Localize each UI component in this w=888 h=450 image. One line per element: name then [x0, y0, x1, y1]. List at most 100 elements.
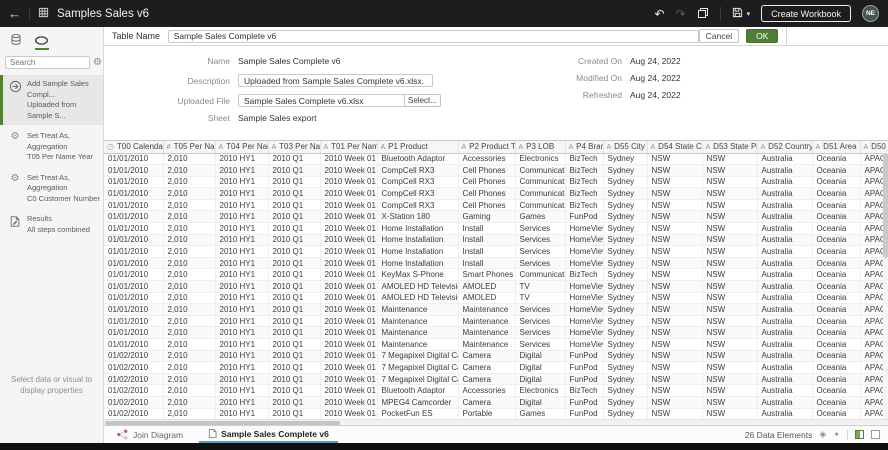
horizontal-scrollbar[interactable]	[104, 419, 888, 425]
vertical-scrollbar[interactable]	[883, 153, 888, 419]
sidebar-tab-data[interactable]	[9, 33, 23, 50]
table-row[interactable]: 01/01/20102,0102010 HY12010 Q12010 Week …	[104, 165, 888, 177]
enrich-icon[interactable]: ✦	[833, 430, 840, 439]
create-workbook-button[interactable]: Create Workbook	[761, 5, 851, 22]
step-title: Set Treat As, Aggregation	[27, 131, 70, 151]
text-type-icon: A	[607, 144, 612, 151]
table-cell: NSW	[647, 211, 702, 223]
table-row[interactable]: 01/01/20102,0102010 HY12010 Q12010 Week …	[104, 327, 888, 339]
table-row[interactable]: 01/02/20102,0102010 HY12010 Q12010 Week …	[104, 396, 888, 408]
join-diagram-button[interactable]: Join Diagram	[108, 426, 191, 443]
column-header[interactable]: AD53 State Pr...	[702, 141, 757, 153]
table-cell: 2,010	[163, 234, 215, 246]
table-row[interactable]: 01/01/20102,0102010 HY12010 Q12010 Week …	[104, 223, 888, 235]
data-view-toggle-icon[interactable]	[855, 430, 864, 439]
undo-icon[interactable]: ↶	[654, 8, 664, 20]
step-treat-as-2[interactable]: ⚙ Set Treat As, Aggregation C0 Customer …	[0, 169, 103, 209]
table-cell: HomeView	[565, 304, 603, 316]
step-subtitle: T05 Per Name Year	[27, 152, 93, 161]
table-cell: Sydney	[603, 234, 647, 246]
back-icon[interactable]: ←	[8, 7, 21, 20]
column-header[interactable]: AD52 Country ...	[757, 141, 812, 153]
table-row[interactable]: 01/02/20102,0102010 HY12010 Q12010 Week …	[104, 362, 888, 374]
search-input[interactable]	[5, 56, 90, 69]
table-row[interactable]: 01/01/20102,0102010 HY12010 Q12010 Week …	[104, 304, 888, 316]
table-cell: 2,010	[163, 373, 215, 385]
table-cell: Oceania	[812, 223, 860, 235]
table-row[interactable]: 01/01/20102,0102010 HY12010 Q12010 Week …	[104, 292, 888, 304]
avatar[interactable]: NE	[862, 5, 879, 22]
cancel-button[interactable]: Cancel	[699, 29, 739, 43]
column-header[interactable]: AT04 Per Nam...	[215, 141, 268, 153]
step-results[interactable]: Results All steps combined	[0, 210, 103, 239]
table-row[interactable]: 01/01/20102,0102010 HY12010 Q12010 Week …	[104, 315, 888, 327]
search-options-icon[interactable]: ⚙	[93, 58, 102, 68]
modified-on-label: Modified On	[508, 73, 622, 83]
table-cell: 01/01/2010	[104, 246, 163, 258]
ok-button[interactable]: OK	[746, 29, 778, 43]
table-name-input[interactable]	[168, 30, 699, 43]
text-type-icon: A	[816, 144, 821, 151]
table-cell: Australia	[757, 281, 812, 293]
column-header[interactable]: AD55 City	[603, 141, 647, 153]
sidebar-tab-steps[interactable]	[34, 35, 49, 50]
table-cell: 2,010	[163, 269, 215, 281]
table-cell: Australia	[757, 188, 812, 200]
table-row[interactable]: 01/01/20102,0102010 HY12010 Q12010 Week …	[104, 257, 888, 269]
column-header[interactable]: AP2 Product T...	[458, 141, 515, 153]
column-header[interactable]: AD50	[860, 141, 888, 153]
inspect-windows-icon[interactable]	[697, 7, 709, 21]
table-cell: 2010 Q1	[268, 385, 320, 397]
column-header[interactable]: AD54 State Code	[647, 141, 702, 153]
column-header[interactable]: ◷T00 Calendar ...	[104, 141, 163, 153]
table-row[interactable]: 01/01/20102,0102010 HY12010 Q12010 Week …	[104, 246, 888, 258]
table-cell: Digital	[515, 396, 565, 408]
uploaded-file-field[interactable]	[238, 94, 405, 107]
table-cell: NSW	[647, 223, 702, 235]
description-field[interactable]	[238, 74, 433, 87]
step-treat-as-1[interactable]: ⚙ Set Treat As, Aggregation T05 Per Name…	[0, 127, 103, 167]
table-cell: 2010 Week 01	[320, 246, 377, 258]
table-row[interactable]: 01/02/20102,0102010 HY12010 Q12010 Week …	[104, 350, 888, 362]
column-header[interactable]: AT01 Per Nam...	[320, 141, 377, 153]
table-row[interactable]: 01/01/20102,0102010 HY12010 Q12010 Week …	[104, 281, 888, 293]
join-diagram-icon	[116, 429, 129, 440]
metadata-view-toggle-icon[interactable]	[871, 430, 880, 439]
table-cell: 01/01/2010	[104, 165, 163, 177]
table-row[interactable]: 01/02/20102,0102010 HY12010 Q12010 Week …	[104, 373, 888, 385]
table-cell: 2010 HY1	[215, 373, 268, 385]
table-row[interactable]: 01/01/20102,0102010 HY12010 Q12010 Week …	[104, 269, 888, 281]
column-label: D55 City	[614, 142, 645, 151]
save-menu-caret-icon[interactable]: ▾	[747, 10, 751, 18]
step-add-data[interactable]: Add Sample Sales Compl... Uploaded from …	[0, 75, 103, 125]
save-icon[interactable]	[732, 7, 743, 20]
vertical-scrollbar-thumb[interactable]	[883, 153, 888, 258]
table-row[interactable]: 01/01/20102,0102010 HY12010 Q12010 Week …	[104, 188, 888, 200]
column-header[interactable]: AP3 LOB	[515, 141, 565, 153]
column-header[interactable]: AT03 Per Nam...	[268, 141, 320, 153]
table-row[interactable]: 01/02/20102,0102010 HY12010 Q12010 Week …	[104, 408, 888, 419]
table-row[interactable]: 01/02/20102,0102010 HY12010 Q12010 Week …	[104, 385, 888, 397]
column-header[interactable]: AP4 Brand	[565, 141, 603, 153]
table-cell: 2010 Week 01	[320, 362, 377, 374]
table-row[interactable]: 01/01/20102,0102010 HY12010 Q12010 Week …	[104, 199, 888, 211]
horizontal-scrollbar-thumb[interactable]	[105, 421, 340, 425]
column-header[interactable]: AD51 Area	[812, 141, 860, 153]
quality-insights-icon[interactable]: ◈	[819, 429, 826, 440]
table-cell: Install	[458, 223, 515, 235]
table-row[interactable]: 01/01/20102,0102010 HY12010 Q12010 Week …	[104, 211, 888, 223]
table-row[interactable]: 01/01/20102,0102010 HY12010 Q12010 Week …	[104, 339, 888, 351]
table-cell: HomeView	[565, 327, 603, 339]
table-row[interactable]: 01/01/20102,0102010 HY12010 Q12010 Week …	[104, 176, 888, 188]
column-header[interactable]: AP1 Product	[377, 141, 458, 153]
table-cell: Oceania	[812, 199, 860, 211]
table-row[interactable]: 01/01/20102,0102010 HY12010 Q12010 Week …	[104, 234, 888, 246]
table-cell: 2,010	[163, 188, 215, 200]
table-cell: Oceania	[812, 327, 860, 339]
tab-sample-sales-complete[interactable]: Sample Sales Complete v6	[199, 426, 338, 443]
column-header[interactable]: #T05 Per Nam...	[163, 141, 215, 153]
table-cell: Oceania	[812, 246, 860, 258]
column-label: D51 Area	[823, 142, 856, 151]
table-row[interactable]: 01/01/20102,0102010 HY12010 Q12010 Week …	[104, 153, 888, 165]
select-file-button[interactable]: Select...	[405, 94, 441, 107]
